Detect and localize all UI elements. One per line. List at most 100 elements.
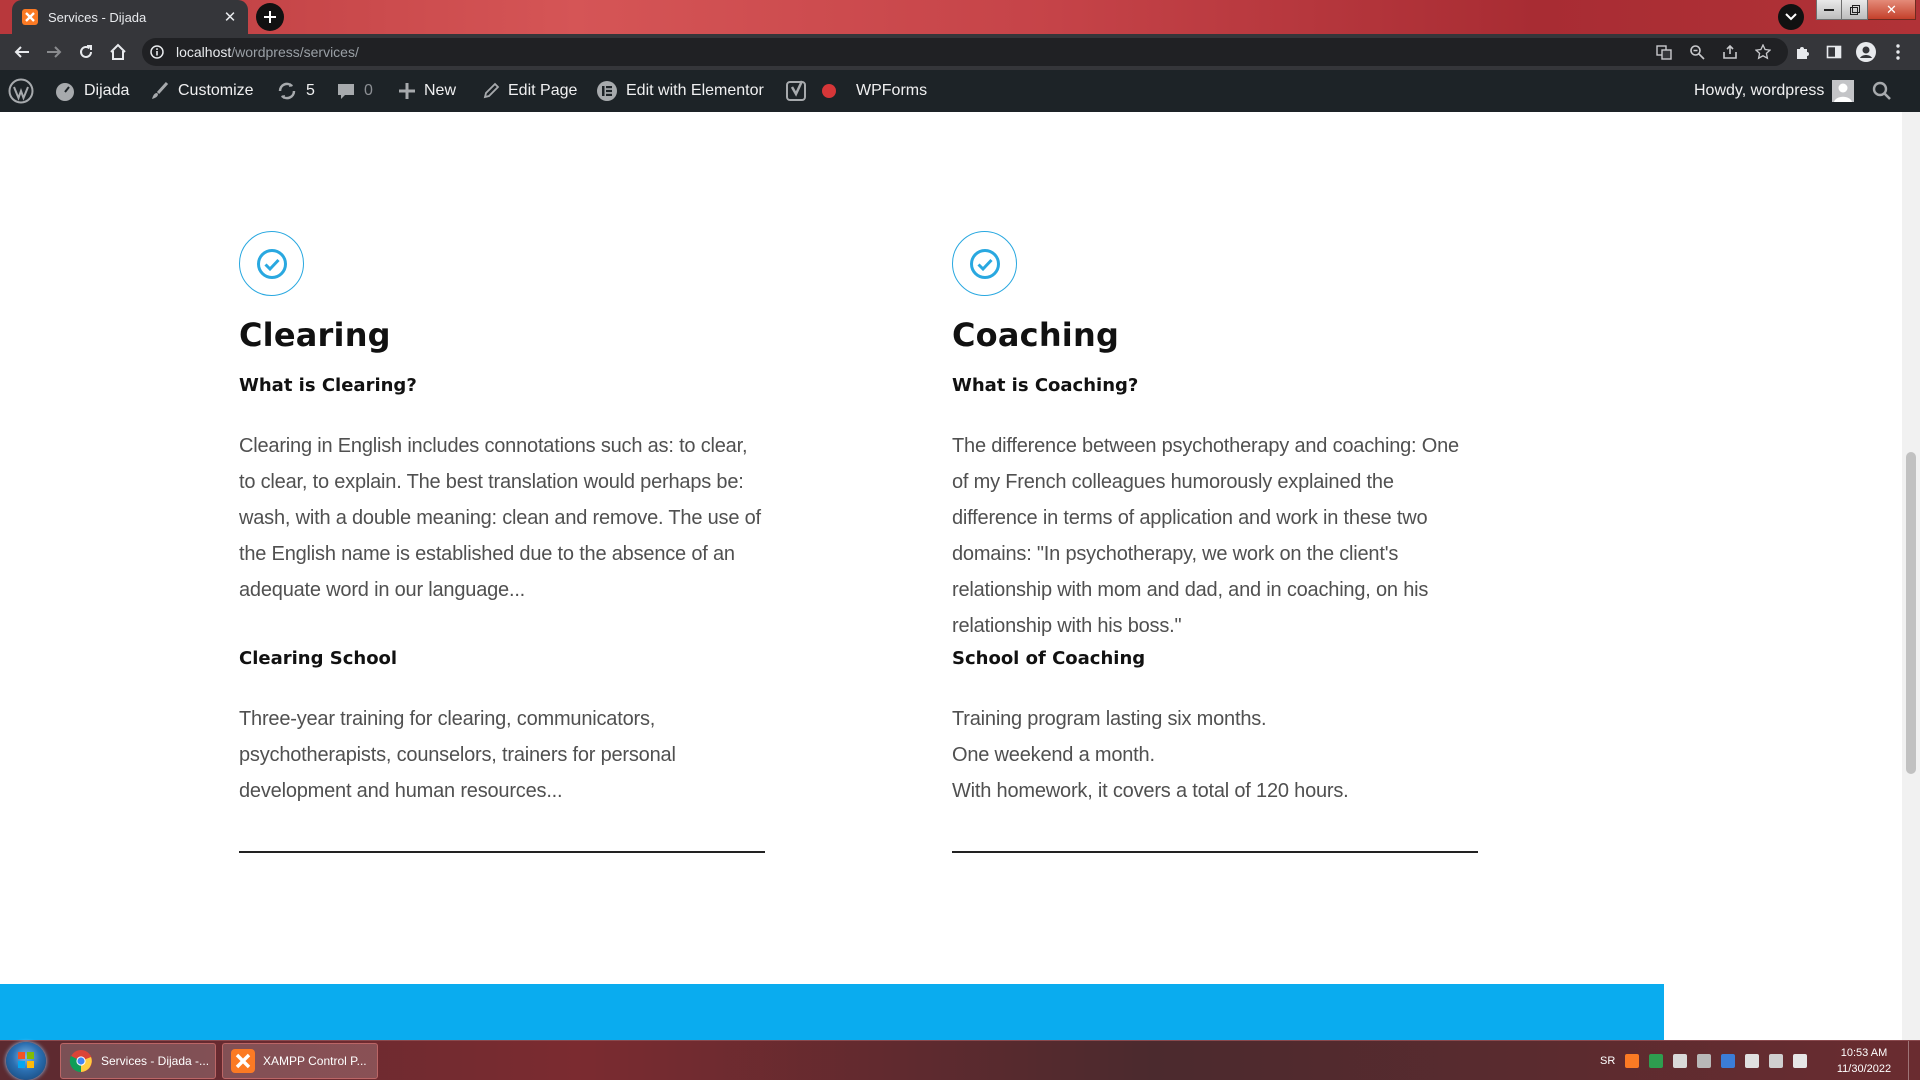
tab-search-chevron-icon[interactable] [1778,4,1804,30]
comments-count: 0 [364,82,373,99]
usb-tray-icon[interactable] [1697,1054,1712,1068]
check-circle-icon [239,231,304,296]
service-question-text: The difference between psychotherapy and… [952,435,1459,637]
service-title: Clearing [239,316,391,354]
admin-updates[interactable]: 5 [276,70,315,112]
browser-toolbar: localhost/wordpress/services/ [0,34,1920,70]
extensions-puzzle-icon[interactable] [1790,40,1814,64]
service-school-text: Three-year training for clearing, commun… [239,708,676,802]
wordpress-logo-icon[interactable] [8,70,34,112]
admin-customize[interactable]: Customize [150,70,254,112]
page-scrollbar[interactable] [1902,112,1920,1040]
scrollbar-thumb[interactable] [1906,452,1916,774]
howdy-label: Howdy, wordpress [1694,82,1825,99]
admin-edit-page[interactable]: Edit Page [482,70,577,112]
site-name-label: Dijada [84,82,130,99]
pencil-icon [482,82,500,100]
plus-icon [398,82,416,100]
back-arrow-icon[interactable] [10,40,34,64]
admin-site-name[interactable]: Dijada [54,70,129,112]
browser-tab-strip: Services - Dijada ✕ ✕ [0,0,1920,34]
site-info-icon[interactable] [150,45,168,59]
taskbar-xampp-label: XAMPP Control P... [263,1054,367,1068]
taskbar-clock[interactable]: 10:53 AM 11/30/2022 [1824,1045,1904,1077]
reload-icon[interactable] [74,40,98,64]
updates-refresh-icon [276,81,298,101]
admin-search-icon[interactable] [1872,70,1892,112]
tab-close-icon[interactable]: ✕ [220,7,240,27]
wp-admin-bar: Dijada Customize 5 0 New Edit Page Edit … [0,70,1920,112]
start-button[interactable] [6,1042,46,1080]
edit-page-label: Edit Page [508,82,578,99]
new-label: New [424,82,457,99]
admin-comments[interactable]: 0 [336,70,373,112]
url-path: /wordpress/services/ [231,44,359,60]
service-school-heading: Clearing School [239,648,398,669]
volume-tray-icon[interactable] [1793,1054,1808,1068]
windows-taskbar: Services - Dijada -... XAMPP Control P..… [0,1040,1920,1080]
yoast-seo-icon[interactable] [786,70,808,112]
seo-status-dot-icon [822,70,836,112]
elementor-logo-icon [596,80,618,102]
admin-edit-elementor[interactable]: Edit with Elementor [596,70,764,112]
check-circle-icon [952,231,1017,296]
xampp-favicon-icon [22,9,38,25]
bookmark-star-icon[interactable] [1751,40,1775,64]
xampp-tray-icon[interactable] [1625,1054,1640,1068]
clock-date: 11/30/2022 [1836,1063,1892,1075]
taskbar-xampp[interactable]: XAMPP Control P... [222,1043,378,1079]
divider-line [239,851,765,853]
taskbar-chrome-label: Services - Dijada -... [101,1054,210,1068]
admin-new[interactable]: New [398,70,456,112]
window-restore-button[interactable] [1842,0,1868,20]
service-school-heading: School of Coaching [952,648,1146,669]
paintbrush-icon [150,81,170,101]
admin-wpforms[interactable]: WPForms [856,70,927,112]
language-indicator[interactable]: SR [1600,1055,1615,1067]
network-tray-icon[interactable] [1673,1054,1688,1068]
more-menu-icon[interactable] [1886,40,1910,64]
school-line: With homework, it covers a total of 120 … [952,780,1349,802]
address-bar[interactable]: localhost/wordpress/services/ [142,38,1788,66]
download-tray-icon[interactable] [1649,1054,1664,1068]
tab-title: Services - Dijada [48,9,147,25]
wpforms-label: WPForms [856,82,928,99]
system-tray: SR [1600,1041,1808,1080]
xampp-logo-icon [231,1049,255,1073]
bluetooth-tray-icon[interactable] [1721,1054,1736,1068]
profile-avatar-icon[interactable] [1854,40,1878,64]
tab-services[interactable]: Services - Dijada ✕ [12,0,248,34]
show-desktop-button[interactable] [1908,1041,1920,1080]
zoom-icon[interactable] [1685,40,1709,64]
side-panel-icon[interactable] [1822,40,1846,64]
url-host: localhost [176,44,232,60]
school-line: One weekend a month. [952,744,1155,766]
school-line: Training program lasting six months. [952,708,1267,730]
new-tab-button[interactable] [256,3,284,31]
admin-account[interactable]: Howdy, wordpress [1694,70,1855,112]
power-tray-icon[interactable] [1769,1054,1784,1068]
footer-band [0,984,1664,1040]
share-icon[interactable] [1718,40,1742,64]
service-title: Coaching [952,316,1120,354]
window-minimize-button[interactable] [1816,0,1842,20]
translate-icon[interactable] [1652,40,1676,64]
service-school-text: Training program lasting six months. One … [952,701,1478,809]
taskbar-chrome[interactable]: Services - Dijada -... [60,1043,216,1079]
edit-elementor-label: Edit with Elementor [626,82,764,99]
clock-time: 10:53 AM [1840,1047,1888,1059]
comment-bubble-icon [336,81,356,101]
updates-count: 5 [306,82,315,99]
page-content: Clearing What is Clearing? Clearing in E… [0,112,1902,1040]
forward-arrow-icon[interactable] [42,40,66,64]
dashboard-gauge-icon [54,80,76,102]
service-question-text: Clearing in English includes connotation… [239,435,761,601]
home-icon[interactable] [106,40,130,64]
window-close-button[interactable]: ✕ [1868,0,1916,20]
service-question-heading: What is Clearing? [239,375,417,396]
customize-label: Customize [178,82,254,99]
action-center-flag-icon[interactable] [1745,1054,1760,1068]
user-avatar [1832,80,1855,102]
divider-line [952,851,1478,853]
service-question-heading: What is Coaching? [952,375,1139,396]
